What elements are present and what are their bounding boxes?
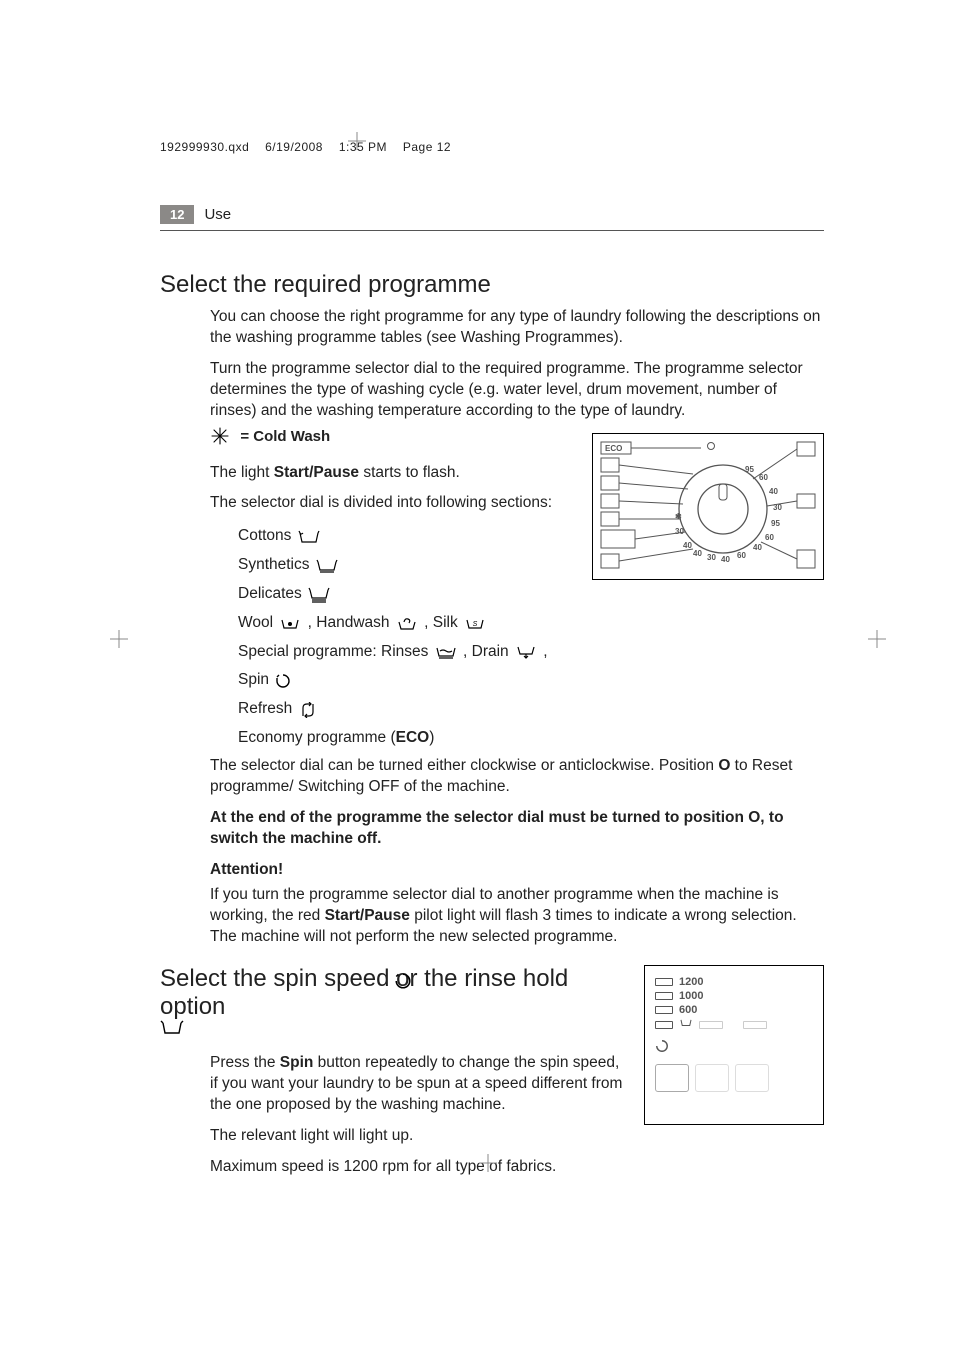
paragraph: Maximum speed is 1200 rpm for all type o…	[210, 1157, 626, 1178]
paragraph: You can choose the right programme for a…	[210, 307, 824, 349]
spin-speed-panel-diagram: 1200 1000 600	[644, 965, 824, 1125]
refresh-icon	[299, 702, 317, 726]
paragraph: The selector dial is divided into follow…	[210, 493, 574, 514]
svg-text:30: 30	[707, 553, 716, 562]
spin-icon	[394, 969, 412, 997]
prepress-meta: 192999930.qxd 6/19/2008 1:35 PM Page 12	[160, 140, 451, 154]
washtub-double-bar-icon	[308, 587, 330, 611]
rinsehold-icon	[160, 1017, 626, 1045]
svg-text:S: S	[473, 621, 478, 628]
list-item: Special programme: Rinses , Drain , Spin	[238, 640, 574, 698]
svg-text:30: 30	[773, 503, 782, 512]
spin-icon	[275, 673, 291, 697]
paragraph: Turn the programme selector dial to the …	[210, 359, 824, 422]
svg-text:40: 40	[753, 543, 762, 552]
attention-label: Attention!	[210, 860, 824, 881]
snowflake-icon	[210, 426, 230, 453]
wool-icon	[279, 616, 301, 640]
svg-text:40: 40	[683, 541, 692, 550]
list-item: Cottons	[238, 524, 574, 553]
list-item: Economy programme (ECO)	[238, 726, 574, 750]
list-item: Delicates	[238, 582, 574, 611]
paragraph: The relevant light will light up.	[210, 1126, 626, 1147]
panel-button	[735, 1064, 769, 1092]
washtub-icon	[298, 529, 320, 553]
speed-1200: 1200	[679, 976, 703, 988]
list-item: Refresh	[238, 697, 574, 726]
panel-button	[695, 1064, 729, 1092]
rinse-icon	[435, 644, 457, 668]
running-head: 12 Use	[160, 205, 824, 231]
handwash-icon	[396, 616, 418, 640]
content-area: Select the required programme You can ch…	[160, 271, 824, 1188]
svg-text:40: 40	[769, 487, 778, 496]
page-number-box: 12	[160, 205, 194, 224]
paragraph: The light Start/Pause starts to flash.	[210, 463, 574, 484]
rinsehold-small-icon	[679, 1018, 693, 1031]
section-title: Use	[204, 206, 231, 223]
paragraph: Press the Spin button repeatedly to chan…	[210, 1053, 626, 1116]
svg-text:30: 30	[675, 527, 684, 536]
speed-1000: 1000	[679, 990, 703, 1002]
paragraph: The selector dial can be turned either c…	[210, 756, 824, 798]
paragraph: If you turn the programme selector dial …	[210, 885, 824, 948]
heading-select-programme: Select the required programme	[160, 271, 824, 299]
speed-600: 600	[679, 1004, 697, 1016]
svg-text:95: 95	[745, 465, 754, 474]
meta-time: 1:35 PM	[339, 140, 387, 154]
programme-dial-diagram: ECO	[592, 433, 824, 580]
spin-small-icon	[655, 1039, 813, 1056]
svg-text:✱: ✱	[675, 512, 682, 521]
meta-page: Page 12	[403, 140, 451, 154]
list-item: Synthetics	[238, 553, 574, 582]
svg-text:60: 60	[737, 551, 746, 560]
list-item: Wool , Handwash , Silk S	[238, 611, 574, 640]
paragraph-bold: At the end of the programme the selector…	[210, 808, 824, 850]
registration-mark-right	[864, 626, 890, 652]
panel-button	[655, 1064, 689, 1092]
washtub-bar-icon	[316, 558, 338, 582]
heading-select-spin: Select the spin speed or the rinse hold …	[160, 965, 626, 1045]
meta-file: 192999930.qxd	[160, 140, 249, 154]
cold-wash-label: = Cold Wash	[240, 427, 330, 444]
svg-text:95: 95	[771, 519, 780, 528]
svg-text:40: 40	[693, 549, 702, 558]
meta-date: 6/19/2008	[265, 140, 323, 154]
programme-list: Cottons Synthetics Delicates Wool	[238, 524, 574, 750]
registration-mark-left	[106, 626, 132, 652]
document-page: 192999930.qxd 6/19/2008 1:35 PM Page 12 …	[0, 0, 954, 1350]
svg-text:40: 40	[721, 555, 730, 564]
silk-icon: S	[464, 616, 486, 640]
svg-text:60: 60	[765, 533, 774, 542]
svg-text:60: 60	[759, 473, 768, 482]
dial-eco-label: ECO	[605, 444, 622, 453]
drain-icon	[515, 644, 537, 668]
